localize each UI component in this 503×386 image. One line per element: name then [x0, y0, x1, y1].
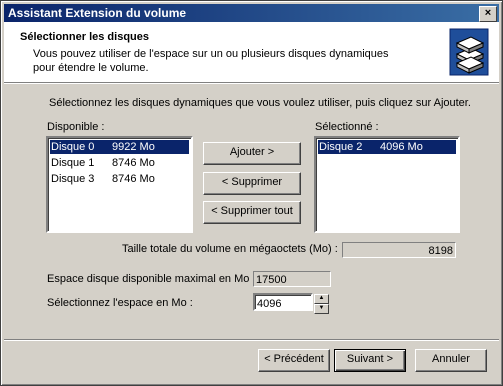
close-button[interactable]: ×	[479, 6, 497, 22]
wizard-window: Assistant Extension du volume × Sélectio…	[0, 0, 503, 386]
close-icon: ×	[484, 7, 492, 19]
back-button[interactable]: < Précédent	[258, 349, 330, 372]
add-button[interactable]: Ajouter >	[203, 142, 301, 165]
list-item[interactable]: Disque 3 8746 Mo	[50, 172, 189, 186]
max-space-value: 17500	[253, 271, 331, 287]
cancel-button[interactable]: Annuler	[415, 349, 487, 372]
header-title: Sélectionner les disques	[20, 31, 149, 43]
space-label: Sélectionnez l'espace en Mo :	[47, 297, 193, 309]
disk-name: Disque 1	[51, 157, 95, 169]
disk-size: 9922 Mo	[112, 141, 155, 153]
available-label-text: Disponible :	[47, 121, 105, 133]
instruction-text: Sélectionnez les disques dynamiques que …	[49, 97, 471, 109]
selected-label: Sélectionné :	[315, 121, 379, 133]
remove-all-button[interactable]: < Supprimer tout	[203, 201, 301, 224]
available-label: Disponible :	[47, 121, 104, 133]
spin-down-icon[interactable]: ▼	[314, 304, 329, 314]
disk-name: Disque 2	[319, 141, 363, 153]
disk-size: 8746 Mo	[112, 173, 155, 185]
list-item[interactable]: Disque 2 4096 Mo	[318, 140, 456, 154]
space-input[interactable]: 4096	[253, 293, 313, 311]
disk-name: Disque 3	[51, 173, 95, 185]
selected-disks-list[interactable]: Disque 2 4096 Mo	[314, 136, 460, 233]
header-separator	[4, 82, 499, 84]
space-spinner[interactable]: ▲ ▼	[314, 294, 329, 314]
remove-button[interactable]: < Supprimer	[203, 172, 301, 195]
max-space-label: Espace disque disponible maximal en Mo :	[47, 273, 256, 285]
footer-separator	[4, 339, 499, 341]
selected-label-text: Sélectionné :	[315, 121, 379, 133]
total-size-value: 8198	[342, 242, 456, 258]
header-subtitle: Vous pouvez utiliser de l'espace sur un …	[33, 48, 389, 74]
title-bar[interactable]: Assistant Extension du volume ×	[4, 4, 499, 22]
list-item[interactable]: Disque 0 9922 Mo	[50, 140, 189, 154]
total-size-label: Taille totale du volume en mégaoctets (M…	[122, 243, 338, 255]
disk-name: Disque 0	[51, 141, 95, 153]
next-button[interactable]: Suivant >	[334, 349, 406, 372]
spin-up-icon[interactable]: ▲	[314, 294, 329, 304]
disk-size: 8746 Mo	[112, 157, 155, 169]
available-disks-list[interactable]: Disque 0 9922 Mo Disque 1 8746 Mo Disque…	[46, 136, 193, 233]
wizard-header: Sélectionner les disques Vous pouvez uti…	[4, 22, 499, 82]
disks-stack-icon	[449, 28, 489, 76]
list-item[interactable]: Disque 1 8746 Mo	[50, 156, 189, 170]
window-title: Assistant Extension du volume	[8, 6, 187, 20]
disk-size: 4096 Mo	[380, 141, 423, 153]
